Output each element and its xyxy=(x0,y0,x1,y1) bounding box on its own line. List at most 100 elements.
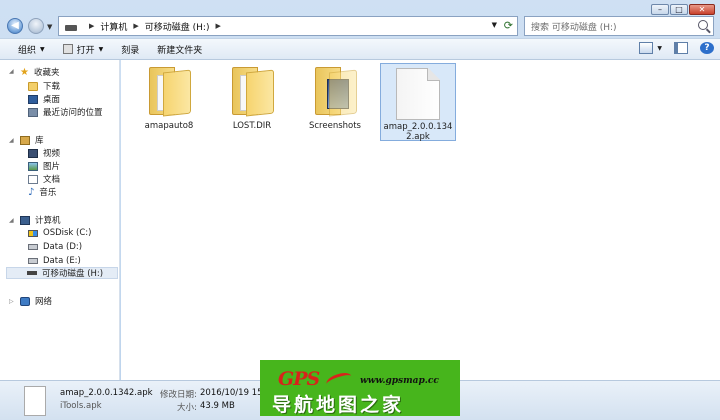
sidebar-item-desktop[interactable]: 桌面 xyxy=(28,93,60,105)
file-name: Screenshots xyxy=(308,121,361,131)
sidebar-item-label: 库 xyxy=(35,136,44,146)
maximize-button[interactable]: □ xyxy=(670,4,688,15)
watermark-text: 导航地图之家 xyxy=(272,394,405,416)
watermark-logo: GPS xyxy=(278,368,320,390)
file-thumbnail-icon xyxy=(24,386,46,416)
open-button[interactable]: 打开 ▼ xyxy=(62,43,103,56)
collapse-icon[interactable]: ▷ xyxy=(9,298,14,305)
computer-icon xyxy=(65,24,77,31)
sidebar-item-label: 图片 xyxy=(43,162,61,172)
hard-drive-icon xyxy=(28,258,38,264)
organize-label: 组织 xyxy=(18,45,37,56)
sidebar-item-drive-c[interactable]: OSDisk (C:) xyxy=(28,227,91,239)
change-view-icon[interactable] xyxy=(639,42,654,54)
video-library-icon xyxy=(28,148,38,158)
close-button[interactable]: ✕ xyxy=(689,4,715,15)
watermark-url: www.gpsmap.cc xyxy=(360,376,439,386)
folder-icon xyxy=(149,67,191,117)
breadcrumb: ▶ 计算机 ▶ 可移动磁盘 (H:) ▶ xyxy=(83,20,227,33)
search-input[interactable]: 搜索 可移动磁盘 (H:) xyxy=(524,16,714,36)
sidebar-item-label: 网络 xyxy=(35,297,53,307)
file-item-amapauto8[interactable]: amapauto8 xyxy=(131,63,207,141)
sidebar-item-drive-d[interactable]: Data (D:) xyxy=(28,241,82,253)
address-bar[interactable]: ▶ 计算机 ▶ 可移动磁盘 (H:) ▶ ▼ ⟳ xyxy=(58,16,518,36)
sidebar-item-documents[interactable]: 文档 xyxy=(28,173,60,185)
chevron-down-icon[interactable]: ▼ xyxy=(657,45,662,52)
organize-button[interactable]: 组织 ▼ xyxy=(18,43,45,56)
details-modified-label: 修改日期: xyxy=(160,390,197,400)
new-folder-button[interactable]: 新建文件夹 xyxy=(157,43,202,56)
minimize-button[interactable]: – xyxy=(651,4,669,15)
sidebar-item-drive-e[interactable]: Data (E:) xyxy=(28,255,81,267)
sidebar-item-label: 视频 xyxy=(43,149,61,159)
sidebar-item-label: 计算机 xyxy=(35,216,61,226)
generic-file-icon xyxy=(396,68,440,120)
sidebar-item-computer[interactable]: 计算机 xyxy=(20,214,61,226)
details-modified-value: 2016/10/19 15 xyxy=(200,388,263,398)
preview-pane-icon[interactable] xyxy=(674,42,688,54)
file-name: LOST.DIR xyxy=(232,121,272,131)
breadcrumb-separator-icon[interactable]: ▶ xyxy=(89,22,94,30)
sidebar-item-label: 音乐 xyxy=(39,188,57,198)
command-bar: 组织 ▼ 打开 ▼ 刻录 新建文件夹 ▼ ? xyxy=(0,38,720,60)
sidebar-item-label: Data (E:) xyxy=(43,256,81,266)
collapse-icon[interactable]: ◢ xyxy=(9,68,14,75)
sidebar-item-drive-h[interactable]: 可移动磁盘 (H:) xyxy=(6,267,118,279)
file-name-line: 2.apk xyxy=(406,132,430,142)
library-icon xyxy=(20,135,30,145)
navigation-bar: ◀ ▼ ▶ 计算机 ▶ 可移动磁盘 (H:) ▶ ▼ ⟳ 搜索 可移动磁盘 (H… xyxy=(0,0,720,38)
breadcrumb-separator-icon[interactable]: ▶ xyxy=(215,22,220,30)
sidebar-item-network[interactable]: 网络 xyxy=(20,295,52,307)
explorer-window: ◀ ▼ ▶ 计算机 ▶ 可移动磁盘 (H:) ▶ ▼ ⟳ 搜索 可移动磁盘 (H… xyxy=(0,0,720,420)
folder-screenshots-icon xyxy=(315,67,357,117)
collapse-icon[interactable]: ◢ xyxy=(9,137,14,144)
file-item-screenshots[interactable]: Screenshots xyxy=(297,63,373,141)
sidebar-item-pictures[interactable]: 图片 xyxy=(28,160,60,172)
breadcrumb-computer[interactable]: 计算机 xyxy=(100,20,127,33)
file-list[interactable]: amapauto8 LOST.DIR Screenshots amap_2.0.… xyxy=(121,60,720,380)
removable-drive-icon xyxy=(27,271,37,275)
sidebar-item-downloads[interactable]: 下载 xyxy=(28,80,60,92)
sidebar-item-videos[interactable]: 视频 xyxy=(28,147,60,159)
file-item-lost-dir[interactable]: LOST.DIR xyxy=(214,63,290,141)
breadcrumb-drive[interactable]: 可移动磁盘 (H:) xyxy=(145,20,210,33)
burn-button[interactable]: 刻录 xyxy=(121,43,139,56)
document-library-icon xyxy=(28,174,38,184)
picture-library-icon xyxy=(28,161,38,171)
sidebar-item-recent-places[interactable]: 最近访问的位置 xyxy=(28,106,103,118)
recent-places-icon xyxy=(28,107,38,117)
search-icon[interactable] xyxy=(698,20,708,30)
address-dropdown-icon[interactable]: ▼ xyxy=(492,21,497,29)
star-icon: ★ xyxy=(20,66,29,78)
file-item-apk[interactable]: amap_2.0.0.134 2.apk xyxy=(380,63,456,142)
file-name: amapauto8 xyxy=(144,121,194,131)
sidebar-item-favorites[interactable]: ★ 收藏夹 xyxy=(20,66,59,78)
file-name-line: amap_2.0.0.134 xyxy=(383,122,453,132)
open-icon xyxy=(62,44,73,54)
sidebar-item-libraries[interactable]: 库 xyxy=(20,134,44,146)
sidebar-item-label: 下载 xyxy=(43,82,61,92)
chevron-down-icon: ▼ xyxy=(40,45,45,53)
collapse-icon[interactable]: ◢ xyxy=(9,217,14,224)
computer-icon xyxy=(20,215,30,225)
swoosh-icon xyxy=(324,370,354,390)
sidebar-item-label: 可移动磁盘 (H:) xyxy=(42,269,104,279)
back-button[interactable]: ◀ xyxy=(7,18,23,34)
sidebar-item-label: Data (D:) xyxy=(43,242,83,252)
sidebar-item-music[interactable]: ♪ 音乐 xyxy=(28,186,56,198)
search-placeholder: 搜索 可移动磁盘 (H:) xyxy=(531,22,617,33)
downloads-folder-icon xyxy=(28,81,38,91)
desktop-icon xyxy=(28,94,38,104)
folder-icon xyxy=(232,67,274,117)
breadcrumb-separator-icon[interactable]: ▶ xyxy=(133,22,138,30)
sidebar-item-label: 文档 xyxy=(43,175,61,185)
refresh-icon[interactable]: ⟳ xyxy=(504,19,513,32)
open-label: 打开 xyxy=(76,45,95,56)
help-icon[interactable]: ? xyxy=(700,42,714,54)
watermark-banner: GPS www.gpsmap.cc 导航地图之家 xyxy=(260,360,460,416)
file-name: amap_2.0.0.134 2.apk xyxy=(381,122,455,142)
sidebar-item-label: 桌面 xyxy=(43,95,61,105)
recent-pages-dropdown[interactable]: ▼ xyxy=(47,23,52,31)
forward-button[interactable] xyxy=(28,18,44,34)
details-size-value: 43.9 MB xyxy=(200,401,235,411)
